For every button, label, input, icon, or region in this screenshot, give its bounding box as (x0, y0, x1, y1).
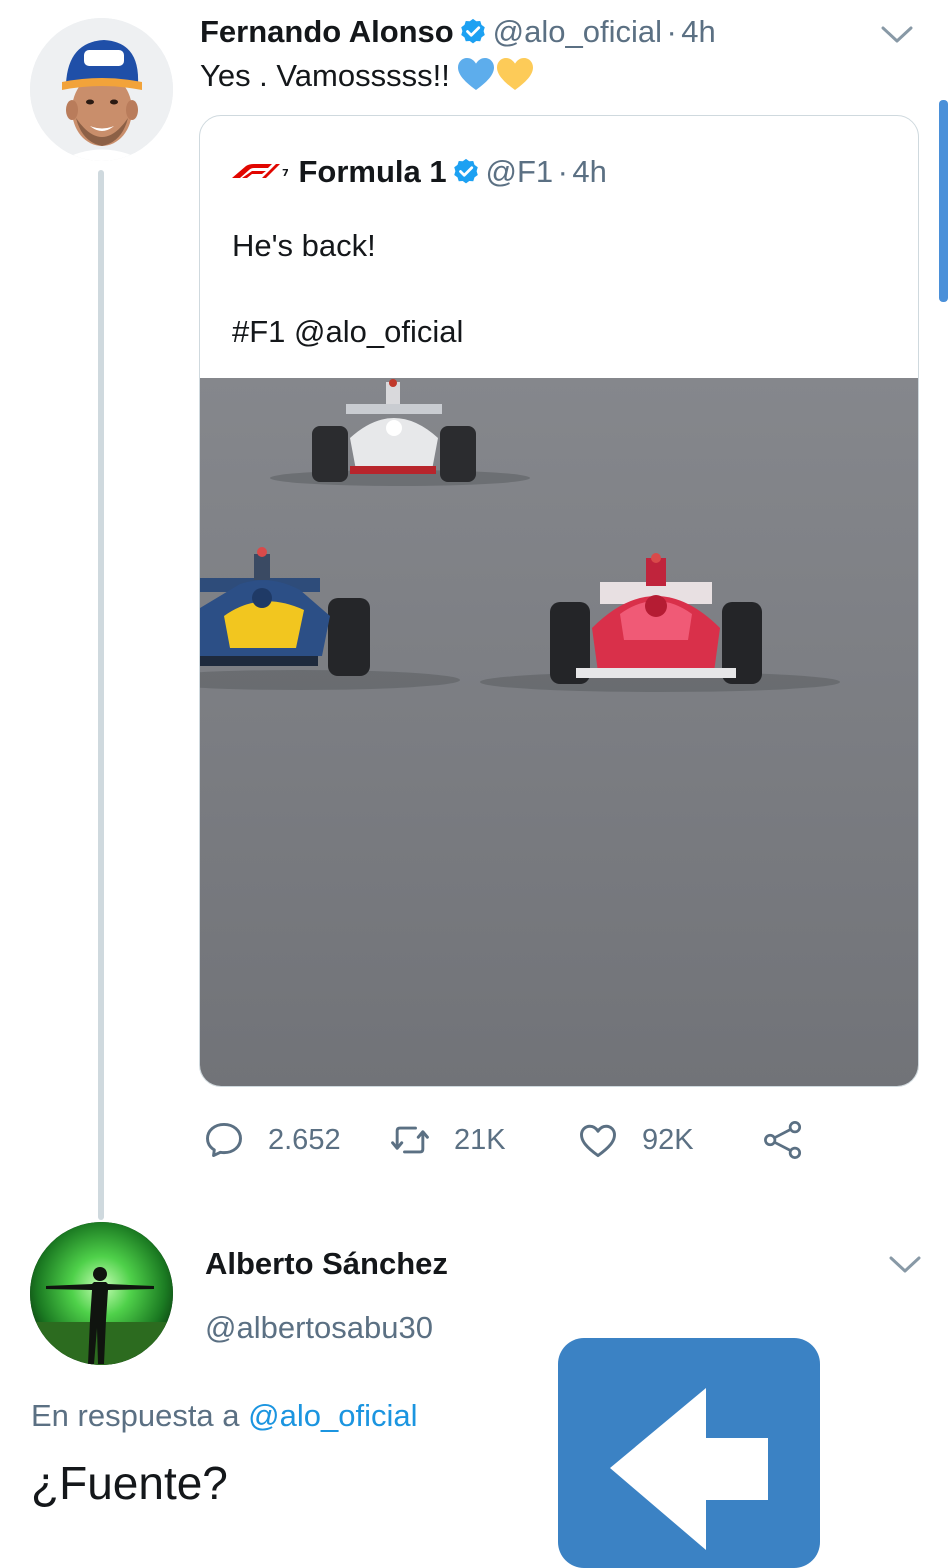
tweet-text: Yes . Vamosssss!! (200, 58, 450, 93)
avatar-photo (30, 1222, 173, 1365)
in-reply-to: En respuesta a @alo_oficial (31, 1398, 418, 1434)
thread-line (98, 170, 104, 1220)
quote-author-name[interactable]: Formula 1 (298, 154, 446, 189)
video-media[interactable] (200, 378, 918, 1086)
separator-dot: · (557, 154, 568, 189)
arrow-left-icon (610, 1388, 768, 1550)
f1-logo-icon: 70 (232, 164, 296, 179)
quote-header: 70 Formula 1 @F1 · 4h (232, 154, 607, 190)
yellow-heart-icon (497, 58, 534, 90)
reply-action[interactable]: 2.652 (202, 1118, 341, 1162)
author-handle[interactable]: @alo_oficial (493, 14, 662, 49)
author-name[interactable]: Fernando Alonso (200, 14, 454, 49)
chevron-down-icon[interactable] (888, 1254, 922, 1276)
like-icon[interactable] (576, 1118, 620, 1162)
like-action[interactable]: 92K (576, 1118, 694, 1162)
back-button[interactable] (558, 1338, 820, 1568)
quote-author-handle[interactable]: @F1 (486, 154, 554, 189)
share-icon[interactable] (760, 1118, 806, 1162)
verified-badge-icon (461, 18, 485, 44)
avatar-photo (30, 18, 173, 161)
in-reply-handle-link[interactable]: @alo_oficial (248, 1398, 417, 1433)
reply-text: ¿Fuente? (31, 1457, 228, 1509)
chevron-down-icon[interactable] (880, 24, 914, 46)
retweet-icon[interactable] (388, 1118, 432, 1162)
quote-text-line1: He's back! (232, 228, 376, 263)
reply-count: 2.652 (268, 1123, 341, 1156)
reply-icon[interactable] (202, 1118, 246, 1162)
quote-text-line2: #F1 @alo_oficial (232, 314, 464, 349)
scrollbar-thumb[interactable] (939, 100, 948, 302)
retweet-count: 21K (454, 1123, 506, 1156)
reply-author-name[interactable]: Alberto Sánchez (205, 1246, 448, 1282)
in-reply-label: En respuesta a (31, 1398, 240, 1433)
avatar[interactable] (30, 1222, 173, 1365)
like-count: 92K (642, 1123, 694, 1156)
separator-dot: · (666, 14, 677, 49)
verified-badge-icon (454, 158, 478, 184)
quote-time: 4h (572, 154, 607, 189)
retweet-action[interactable]: 21K (388, 1118, 506, 1162)
avatar[interactable] (30, 18, 173, 161)
tweet-header: Fernando Alonso @alo_oficial · 4h (200, 14, 716, 50)
tweet-text-row: Yes . Vamosssss!! (200, 58, 534, 94)
blue-heart-icon (458, 58, 495, 90)
quoted-tweet[interactable]: 70 Formula 1 @F1 · 4h He's back! #F1 @al… (199, 115, 919, 1087)
reply-author-handle[interactable]: @albertosabu30 (205, 1310, 433, 1346)
svg-text:70: 70 (282, 168, 288, 178)
tweet-time[interactable]: 4h (681, 14, 715, 49)
